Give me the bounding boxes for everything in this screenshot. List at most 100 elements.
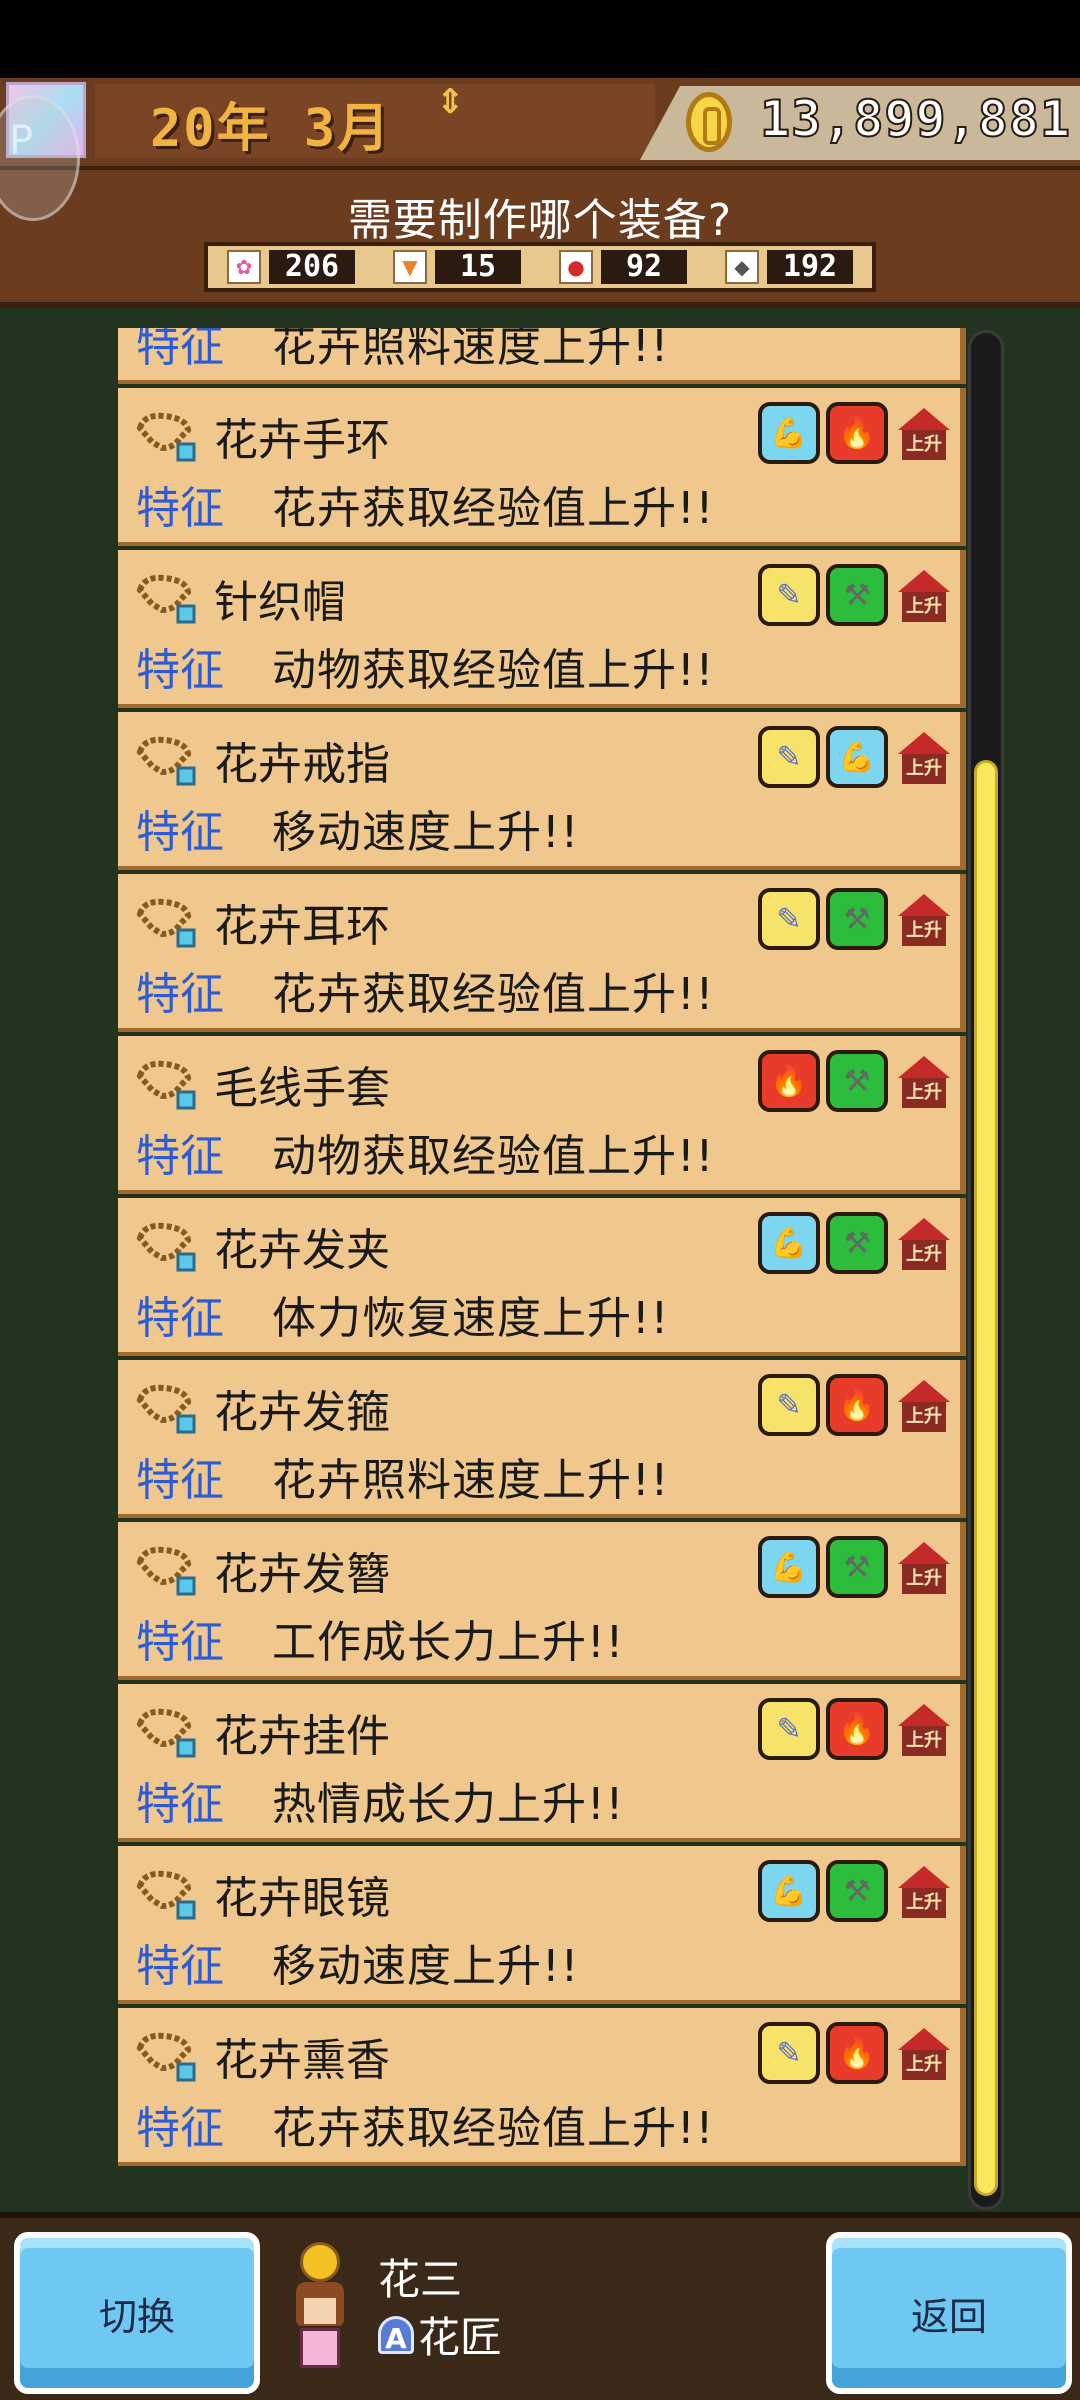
equipment-name: 花卉手环 <box>214 415 390 466</box>
stat-icons: 💪 🔥 上升 <box>758 402 952 464</box>
resource-bar: ✿ 206 ▼ 15 ● 92 ◆ 192 <box>204 242 876 292</box>
equipment-row[interactable]: 花卉发簪 特征 工作成长力上升!! 💪 ⚒ 上升 <box>118 1522 966 1680</box>
level-up-icon: 上升 <box>894 1536 952 1598</box>
stat-icons: 🔥 ⚒ 上升 <box>758 1050 952 1112</box>
status-bar <box>0 0 1080 78</box>
fire-icon: 🔥 <box>826 1374 888 1436</box>
equipment-name: 花卉耳环 <box>214 901 390 952</box>
feature-label: 特征 <box>136 483 224 534</box>
feature-label: 特征 <box>136 1131 224 1182</box>
equipment-name: 花卉挂件 <box>214 1711 390 1762</box>
muscle-icon: 💪 <box>758 1212 820 1274</box>
top-bar: 20年 3月 ⇕ 13,899,881 <box>0 78 1080 170</box>
character-body <box>300 2328 340 2368</box>
equipment-name: 花卉发箍 <box>214 1387 390 1438</box>
resource-value: 206 <box>269 250 355 284</box>
rank-badge-icon: A <box>378 2315 414 2355</box>
stat-icons: ✎ ⚒ 上升 <box>758 564 952 626</box>
scrollbar-thumb[interactable] <box>974 760 998 2196</box>
character-face <box>304 2298 336 2324</box>
coin-icon <box>686 92 732 152</box>
resource-value: 15 <box>435 250 521 284</box>
character-name: 花三 <box>378 2255 463 2304</box>
feature-text: 体力恢复速度上升!! <box>272 1293 670 1344</box>
level-up-icon: 上升 <box>894 2022 952 2084</box>
level-up-icon: 上升 <box>894 564 952 626</box>
equipment-name: 毛线手套 <box>214 1063 390 1114</box>
stat-icons: 💪 ⚒ 上升 <box>758 1536 952 1598</box>
necklace-icon <box>136 1546 196 1596</box>
leaf-icon: ✎ <box>758 726 820 788</box>
resource-apple: ● 92 <box>559 250 687 284</box>
date-arrows-icon[interactable]: ⇕ <box>436 82 465 122</box>
money-counter: 13,899,881 <box>759 89 1072 149</box>
muscle-icon: 💪 <box>826 726 888 788</box>
hammer-icon: ⚒ <box>826 1050 888 1112</box>
stat-icons: 💪 ⚒ 上升 <box>758 1212 952 1274</box>
page-title: 需要制作哪个装备? <box>347 195 733 246</box>
feature-label: 特征 <box>136 1941 224 1992</box>
feature-text: 花卉获取经验值上升!! <box>272 969 715 1020</box>
bottom-bar: 切换 花三 A 花匠 返回 <box>0 2212 1080 2400</box>
feature-text: 热情成长力上升!! <box>272 1779 625 1830</box>
equipment-row[interactable]: 花卉熏香 特征 花卉获取经验值上升!! ✎ 🔥 上升 <box>118 2008 966 2166</box>
feature-label: 特征 <box>136 807 224 858</box>
game-date: 20年 3月 <box>150 99 392 159</box>
character-job-label: 花匠 <box>418 2313 503 2362</box>
back-button[interactable]: 返回 <box>826 2232 1072 2394</box>
resource-carrot: ▼ 15 <box>393 250 521 284</box>
equipment-row[interactable]: 花卉手环 特征 花卉获取经验值上升!! 💪 🔥 上升 <box>118 388 966 546</box>
muscle-icon: 💪 <box>758 1536 820 1598</box>
hammer-icon: ⚒ <box>826 1536 888 1598</box>
equipment-row[interactable]: 花卉耳环 特征 花卉获取经验值上升!! ✎ ⚒ 上升 <box>118 874 966 1032</box>
equipment-name: 花卉戒指 <box>214 739 390 790</box>
equipment-name: 花卉熏香 <box>214 2035 390 2086</box>
equipment-row[interactable]: 花卉发夹 特征 体力恢复速度上升!! 💪 ⚒ 上升 <box>118 1198 966 1356</box>
necklace-icon <box>136 736 196 786</box>
necklace-icon <box>136 2032 196 2082</box>
fire-icon: 🔥 <box>826 402 888 464</box>
question-header: 需要制作哪个装备? ✿ 206 ▼ 15 ● 92 ◆ 192 <box>0 170 1080 308</box>
stat-icons: ✎ 🔥 上升 <box>758 1374 952 1436</box>
switch-button[interactable]: 切换 <box>14 2232 260 2394</box>
hammer-icon: ⚒ <box>826 1860 888 1922</box>
equipment-row[interactable]: 花卉眼镜 特征 移动速度上升!! 💪 ⚒ 上升 <box>118 1846 966 2004</box>
feature-text: 花卉照料速度上升!! <box>272 328 670 372</box>
equipment-name: 花卉发簪 <box>214 1549 390 1600</box>
feature-label: 特征 <box>136 969 224 1020</box>
level-up-icon: 上升 <box>894 1698 952 1760</box>
feature-label: 特征 <box>136 645 224 696</box>
resource-flower: ✿ 206 <box>227 250 355 284</box>
feature-label: 特征 <box>136 1779 224 1830</box>
equipment-list[interactable]: 花卉头饰 特征 花卉照料速度上升!! 🔥⚒上升 花卉手环 特征 花卉获取经验值上… <box>118 328 966 2208</box>
resource-cow: ◆ 192 <box>725 250 853 284</box>
fire-icon: 🔥 <box>826 2022 888 2084</box>
feature-text: 花卉获取经验值上升!! <box>272 483 715 534</box>
stat-icons: ✎ 🔥 上升 <box>758 1698 952 1760</box>
resource-value: 92 <box>601 250 687 284</box>
feature-text: 动物获取经验值上升!! <box>272 1131 715 1182</box>
equipment-row[interactable]: 花卉头饰 特征 花卉照料速度上升!! 🔥⚒上升 <box>118 328 966 384</box>
leaf-icon: ✎ <box>758 1374 820 1436</box>
equipment-row[interactable]: 毛线手套 特征 动物获取经验值上升!! 🔥 ⚒ 上升 <box>118 1036 966 1194</box>
level-up-icon: 上升 <box>894 1212 952 1274</box>
necklace-icon <box>136 1222 196 1272</box>
equipment-row[interactable]: 花卉发箍 特征 花卉照料速度上升!! ✎ 🔥 上升 <box>118 1360 966 1518</box>
resource-value: 192 <box>767 250 853 284</box>
level-up-icon: 上升 <box>894 888 952 950</box>
character-sprite <box>290 2242 350 2382</box>
feature-text: 工作成长力上升!! <box>272 1617 625 1668</box>
equipment-row[interactable]: 花卉挂件 特征 热情成长力上升!! ✎ 🔥 上升 <box>118 1684 966 1842</box>
equipment-row[interactable]: 花卉戒指 特征 移动速度上升!! ✎ 💪 上升 <box>118 712 966 870</box>
equipment-row[interactable]: 针织帽 特征 动物获取经验值上升!! ✎ ⚒ 上升 <box>118 550 966 708</box>
hammer-icon: ⚒ <box>826 564 888 626</box>
necklace-icon <box>136 1060 196 1110</box>
hammer-icon: ⚒ <box>826 1212 888 1274</box>
necklace-icon <box>136 574 196 624</box>
necklace-icon <box>136 1870 196 1920</box>
level-up-icon: 上升 <box>894 1374 952 1436</box>
level-up-icon: 上升 <box>894 1860 952 1922</box>
fire-icon: 🔥 <box>826 1698 888 1760</box>
feature-label: 特征 <box>136 1455 224 1506</box>
flower-icon: ✿ <box>227 250 261 284</box>
